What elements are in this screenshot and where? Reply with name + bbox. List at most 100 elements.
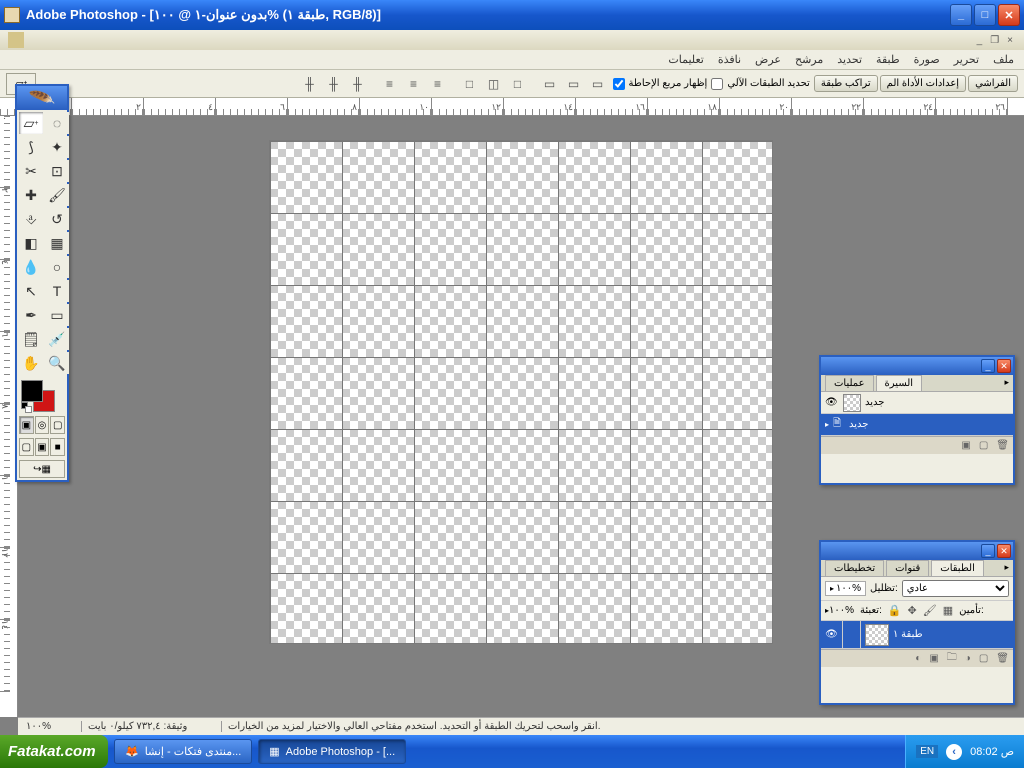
lock-all-icon[interactable]: 🔒	[888, 604, 902, 617]
distribute-v-icon[interactable]: ≡	[403, 73, 425, 95]
pen-tool[interactable]: ✒	[19, 304, 43, 326]
screen-mode[interactable]: ▢	[50, 416, 65, 434]
menu-edit[interactable]: تحرير	[954, 53, 979, 66]
trash-icon[interactable]: 🗑	[996, 653, 1009, 664]
menu-image[interactable]: صورة	[914, 53, 940, 66]
doc-restore-icon[interactable]: ❐	[987, 35, 1002, 46]
toolbox-header[interactable]: 🪶	[17, 86, 67, 110]
stamp-tool[interactable]: ⎀	[19, 208, 43, 230]
visibility-icon[interactable]: 👁	[825, 397, 839, 408]
lock-move-icon[interactable]: ✥	[908, 604, 917, 617]
align-icon[interactable]: ◫	[483, 73, 505, 95]
new-snapshot-icon[interactable]: ▣	[961, 440, 970, 451]
history-brush-tool[interactable]: ↺	[45, 208, 69, 230]
panel-close-icon[interactable]: ✕	[997, 544, 1011, 558]
distribute-icon[interactable]: ╫	[347, 73, 369, 95]
clock[interactable]: 08:02 ص	[970, 745, 1014, 758]
auto-select-checkbox[interactable]: تحديد الطبقات الآلي	[711, 78, 810, 90]
minimize-button[interactable]: _	[950, 4, 972, 26]
shape-tool[interactable]: ▭	[45, 304, 69, 326]
lock-pixels-icon[interactable]: 🖌	[923, 604, 937, 617]
doc-close-icon[interactable]: ×	[1004, 35, 1016, 46]
start-button[interactable]: Fatakat.com	[0, 735, 108, 768]
close-button[interactable]: ✕	[998, 4, 1020, 26]
distribute-icon[interactable]: ╫	[299, 73, 321, 95]
layer-row[interactable]: 👁 طبقة ١	[821, 621, 1013, 649]
lock-trans-icon[interactable]: ▦	[943, 604, 953, 617]
brush-tool[interactable]: 🖌	[45, 184, 69, 206]
path-tool[interactable]: ↖	[19, 280, 43, 302]
layer-thumbnail[interactable]	[865, 624, 889, 646]
preset-tab[interactable]: تراكب طبقة	[814, 75, 878, 92]
new-state-icon[interactable]: ▢	[979, 440, 988, 451]
standard-mode[interactable]: ▣	[19, 416, 34, 434]
distribute-v-icon[interactable]: ≡	[427, 73, 449, 95]
notes-tool[interactable]: 🗒	[19, 328, 43, 350]
crop-tool[interactable]: ✂	[19, 160, 43, 182]
wand-tool[interactable]: ✦	[45, 136, 69, 158]
distribute-v-icon[interactable]: ≡	[379, 73, 401, 95]
menu-window[interactable]: نافذة	[718, 53, 741, 66]
menu-help[interactable]: تعليمات	[668, 53, 703, 66]
panel-minimize-icon[interactable]: _	[981, 544, 995, 558]
document-canvas[interactable]	[269, 140, 773, 644]
screen-std[interactable]: ▢	[19, 438, 34, 456]
type-tool[interactable]: T	[45, 280, 69, 302]
fill-value[interactable]: ▸١٠٠%	[825, 605, 854, 616]
gradient-tool[interactable]: ▦	[45, 232, 69, 254]
layer-visibility-icon[interactable]: 👁	[821, 621, 843, 648]
panel-menu-icon[interactable]: ▸	[1000, 560, 1013, 576]
heal-tool[interactable]: ✚	[19, 184, 43, 206]
zoom-tool[interactable]: 🔍	[45, 352, 69, 374]
jump-imageready[interactable]: ↪▦	[19, 460, 65, 478]
menu-layer[interactable]: طبقة	[876, 53, 900, 66]
distribute-icon[interactable]: ╫	[323, 73, 345, 95]
align-v-icon[interactable]: ▭	[563, 73, 585, 95]
taskbar-firefox[interactable]: 🦊 منتدى فتكات - إنشا...	[114, 739, 252, 764]
menu-select[interactable]: تحديد	[837, 53, 862, 66]
align-v-icon[interactable]: ▭	[587, 73, 609, 95]
dodge-tool[interactable]: ○	[45, 256, 69, 278]
panel-minimize-icon[interactable]: _	[981, 359, 995, 373]
menu-file[interactable]: ملف	[993, 53, 1014, 66]
blend-mode-select[interactable]: عادي	[902, 580, 1009, 597]
panel-header[interactable]: _ ✕	[821, 357, 1013, 375]
preset-tab[interactable]: الفراشي	[968, 75, 1018, 92]
language-indicator[interactable]: EN	[916, 745, 938, 758]
new-layer-icon[interactable]: ▢	[979, 653, 988, 664]
panel-menu-icon[interactable]: ▸	[1000, 375, 1013, 391]
eyedropper-tool[interactable]: 💉	[45, 328, 69, 350]
lasso-tool[interactable]: ⟆	[19, 136, 43, 158]
default-colors-icon[interactable]	[21, 402, 31, 412]
actions-tab[interactable]: عمليات	[825, 375, 874, 391]
tray-expand-icon[interactable]: ‹	[946, 744, 962, 760]
show-bounding-checkbox[interactable]: إظهار مربع الإحاطة	[613, 78, 708, 90]
quickmask-mode[interactable]: ◎	[35, 416, 50, 434]
history-snapshot[interactable]: 👁 جديد	[821, 392, 1013, 414]
color-swatches[interactable]	[19, 378, 65, 412]
zoom-level[interactable]: ١٠٠%	[22, 721, 82, 732]
screen-full-menu[interactable]: ▣	[35, 438, 50, 456]
screen-full[interactable]: ■	[50, 438, 65, 456]
taskbar-photoshop[interactable]: ▦ Adobe Photoshop - [...	[258, 739, 406, 764]
align-icon[interactable]: □	[459, 73, 481, 95]
eraser-tool[interactable]: ◧	[19, 232, 43, 254]
maximize-button[interactable]: □	[974, 4, 996, 26]
preset-tab[interactable]: إعدادات الأداة الم	[880, 75, 966, 92]
menu-view[interactable]: عرض	[755, 53, 781, 66]
layer-style-icon[interactable]: ◐	[915, 653, 921, 664]
align-icon[interactable]: □	[507, 73, 529, 95]
history-tab[interactable]: السيرة	[876, 375, 923, 391]
paths-tab[interactable]: تخطيطات	[825, 560, 884, 576]
opacity-value[interactable]: ▸١٠٠%	[825, 581, 866, 596]
align-v-icon[interactable]: ▭	[539, 73, 561, 95]
blur-tool[interactable]: 💧	[19, 256, 43, 278]
history-state[interactable]: ▸ 🗎 جديد	[821, 414, 1013, 436]
new-set-icon[interactable]: 🗀	[947, 650, 957, 667]
menu-filter[interactable]: مرشح	[795, 53, 823, 66]
layers-tab[interactable]: الطبقات	[931, 560, 984, 576]
marquee-tool[interactable]: ◌	[45, 112, 69, 134]
hand-tool[interactable]: ✋	[19, 352, 43, 374]
panel-header[interactable]: _ ✕	[821, 542, 1013, 560]
layer-link[interactable]	[843, 621, 861, 648]
